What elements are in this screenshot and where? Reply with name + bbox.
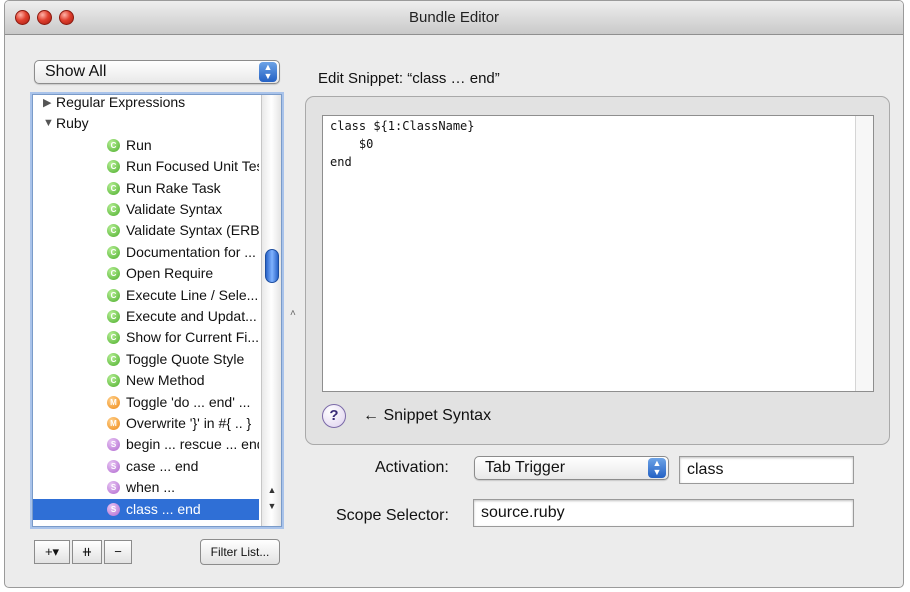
tab-trigger-field[interactable]: class (679, 456, 854, 484)
command-badge-icon: C (107, 160, 120, 174)
scroll-up-arrow-icon[interactable]: ▲ (262, 483, 281, 497)
macro-badge-icon: M (107, 417, 120, 430)
row-label: Validate Syntax (ERB) (126, 222, 259, 239)
row-label: New Method (126, 372, 205, 389)
command-badge-icon: C (107, 224, 120, 238)
code-line: end (330, 155, 352, 169)
bundle-item-row[interactable]: C Validate Syntax (33, 199, 259, 220)
disclosure-open-icon[interactable]: ▼ (43, 117, 54, 129)
row-label: Execute Line / Sele... (126, 286, 259, 303)
bundle-item-row[interactable]: Sclass ... end (33, 498, 259, 520)
bundle-item-row[interactable]: C Toggle Quote Style (33, 349, 259, 370)
command-badge-icon: C (107, 352, 120, 366)
bundle-item-row[interactable]: C Validate Syntax (ERB) (33, 220, 259, 241)
list-scrollbar[interactable]: ▲ ▼ (261, 95, 281, 526)
row-label: class ... end (126, 500, 201, 517)
popup-arrows-icon: ▲ ▼ (259, 62, 277, 82)
snippet-editor[interactable]: class ${1:ClassName} $0 end (322, 115, 874, 392)
row-label: Run Rake Task (126, 179, 221, 196)
command-badge-icon: C (107, 245, 120, 259)
command-badge-icon: C (107, 331, 120, 345)
snippet-syntax-link[interactable]: ← Snippet Syntax (363, 407, 491, 425)
row-label: Show for Current Fi... (126, 329, 259, 346)
bundle-item-row[interactable]: C Run (33, 135, 259, 156)
row-label: case ... end (126, 457, 199, 474)
command-badge-icon: C (107, 203, 120, 216)
code-line: $0 (330, 137, 374, 151)
bundle-item-row[interactable]: C Documentation for ... (33, 242, 259, 263)
row-label: Ruby (56, 115, 89, 132)
popup-arrows-icon: ▲ ▼ (648, 458, 666, 478)
row-label: Overwrite '}' in #{ .. } (126, 415, 252, 431)
add-folder-button[interactable]: ⧺ (72, 540, 102, 564)
scope-selector-field[interactable]: source.ruby (473, 499, 854, 527)
code-line: class ${1:ClassName} (330, 119, 475, 133)
bundle-item-row[interactable]: C Execute Line / Sele... (33, 285, 259, 306)
snippet-badge-icon: S (107, 481, 120, 495)
bundle-item-row[interactable]: Scase ... end (33, 456, 259, 477)
show-filter-value: Show All (45, 63, 107, 80)
command-badge-icon: C (107, 374, 120, 388)
bundle-group-row[interactable]: ▼ Ruby (33, 113, 259, 134)
bundle-item-row[interactable]: C Execute and Updat... (33, 306, 259, 327)
row-label: Validate Syntax (126, 201, 223, 217)
filter-list-button[interactable]: Filter List... (200, 539, 280, 565)
bundle-item-row[interactable]: C Open Require (33, 263, 259, 284)
snippet-badge-icon: S (107, 502, 120, 516)
disclosure-closed-icon[interactable]: ▶ (43, 96, 51, 109)
scroll-thumb[interactable] (265, 249, 279, 283)
editor-scrollbar[interactable] (855, 116, 873, 391)
bundle-item-row[interactable]: Swhen ... (33, 477, 259, 498)
snippet-badge-icon: S (107, 459, 120, 473)
command-badge-icon: C (107, 138, 120, 152)
bundle-item-list[interactable]: ▶ Regular Expressions ▼ Ruby C Run C Run Focuse… (32, 94, 282, 527)
show-filter-popup[interactable]: Show All ▲ ▼ (34, 60, 280, 84)
bundle-item-row[interactable]: C Run Rake Task (33, 178, 259, 199)
add-item-button[interactable]: +▾ (34, 540, 70, 564)
row-label: Execute and Updat... (126, 308, 257, 324)
command-badge-icon: C (107, 288, 120, 302)
bundle-item-row[interactable]: Sbegin ... rescue ... end (33, 434, 259, 455)
row-label: Run Focused Unit Test (126, 158, 259, 175)
bundle-item-row[interactable]: M Overwrite '}' in #{ .. } (33, 413, 259, 434)
row-label: Open Require (126, 265, 214, 282)
bundle-item-row[interactable]: M Toggle 'do ... end' ... (33, 392, 259, 413)
snippet-badge-icon: S (107, 438, 120, 452)
edit-snippet-heading: Edit Snippet: “class … end” (318, 70, 500, 87)
bundle-item-row[interactable]: C Show for Current Fi... (33, 327, 259, 348)
scroll-down-arrow-icon[interactable]: ▼ (262, 499, 281, 513)
command-badge-icon: C (107, 181, 120, 195)
command-badge-icon: C (107, 310, 120, 323)
row-label: begin ... rescue ... end (126, 436, 259, 453)
bundle-item-row[interactable]: C Run Focused Unit Test (33, 156, 259, 177)
row-label: Toggle Quote Style (126, 350, 245, 367)
bundle-item-row[interactable]: C New Method (33, 370, 259, 391)
activation-popup[interactable]: Tab Trigger ▲ ▼ (474, 456, 669, 480)
activation-label: Activation: (375, 459, 449, 476)
scope-selector-label: Scope Selector: (336, 507, 449, 524)
row-label: when ... (126, 479, 176, 496)
activation-mode: Tab Trigger (485, 459, 566, 476)
row-label: Documentation for ... (126, 243, 256, 260)
command-badge-icon: C (107, 267, 120, 281)
bundle-group-row[interactable]: ▶ Regular Expressions (33, 94, 259, 113)
title-bar: Bundle Editor (5, 1, 903, 35)
row-label: Regular Expressions (56, 94, 186, 110)
macro-badge-icon: M (107, 395, 120, 409)
splitter-handle-icon[interactable]: ˄ (290, 308, 296, 319)
row-label: Run (126, 136, 152, 153)
row-label: Toggle 'do ... end' ... (126, 393, 251, 410)
window-title: Bundle Editor (408, 9, 500, 26)
remove-item-button[interactable]: − (104, 540, 132, 564)
help-icon[interactable]: ? (322, 404, 346, 428)
